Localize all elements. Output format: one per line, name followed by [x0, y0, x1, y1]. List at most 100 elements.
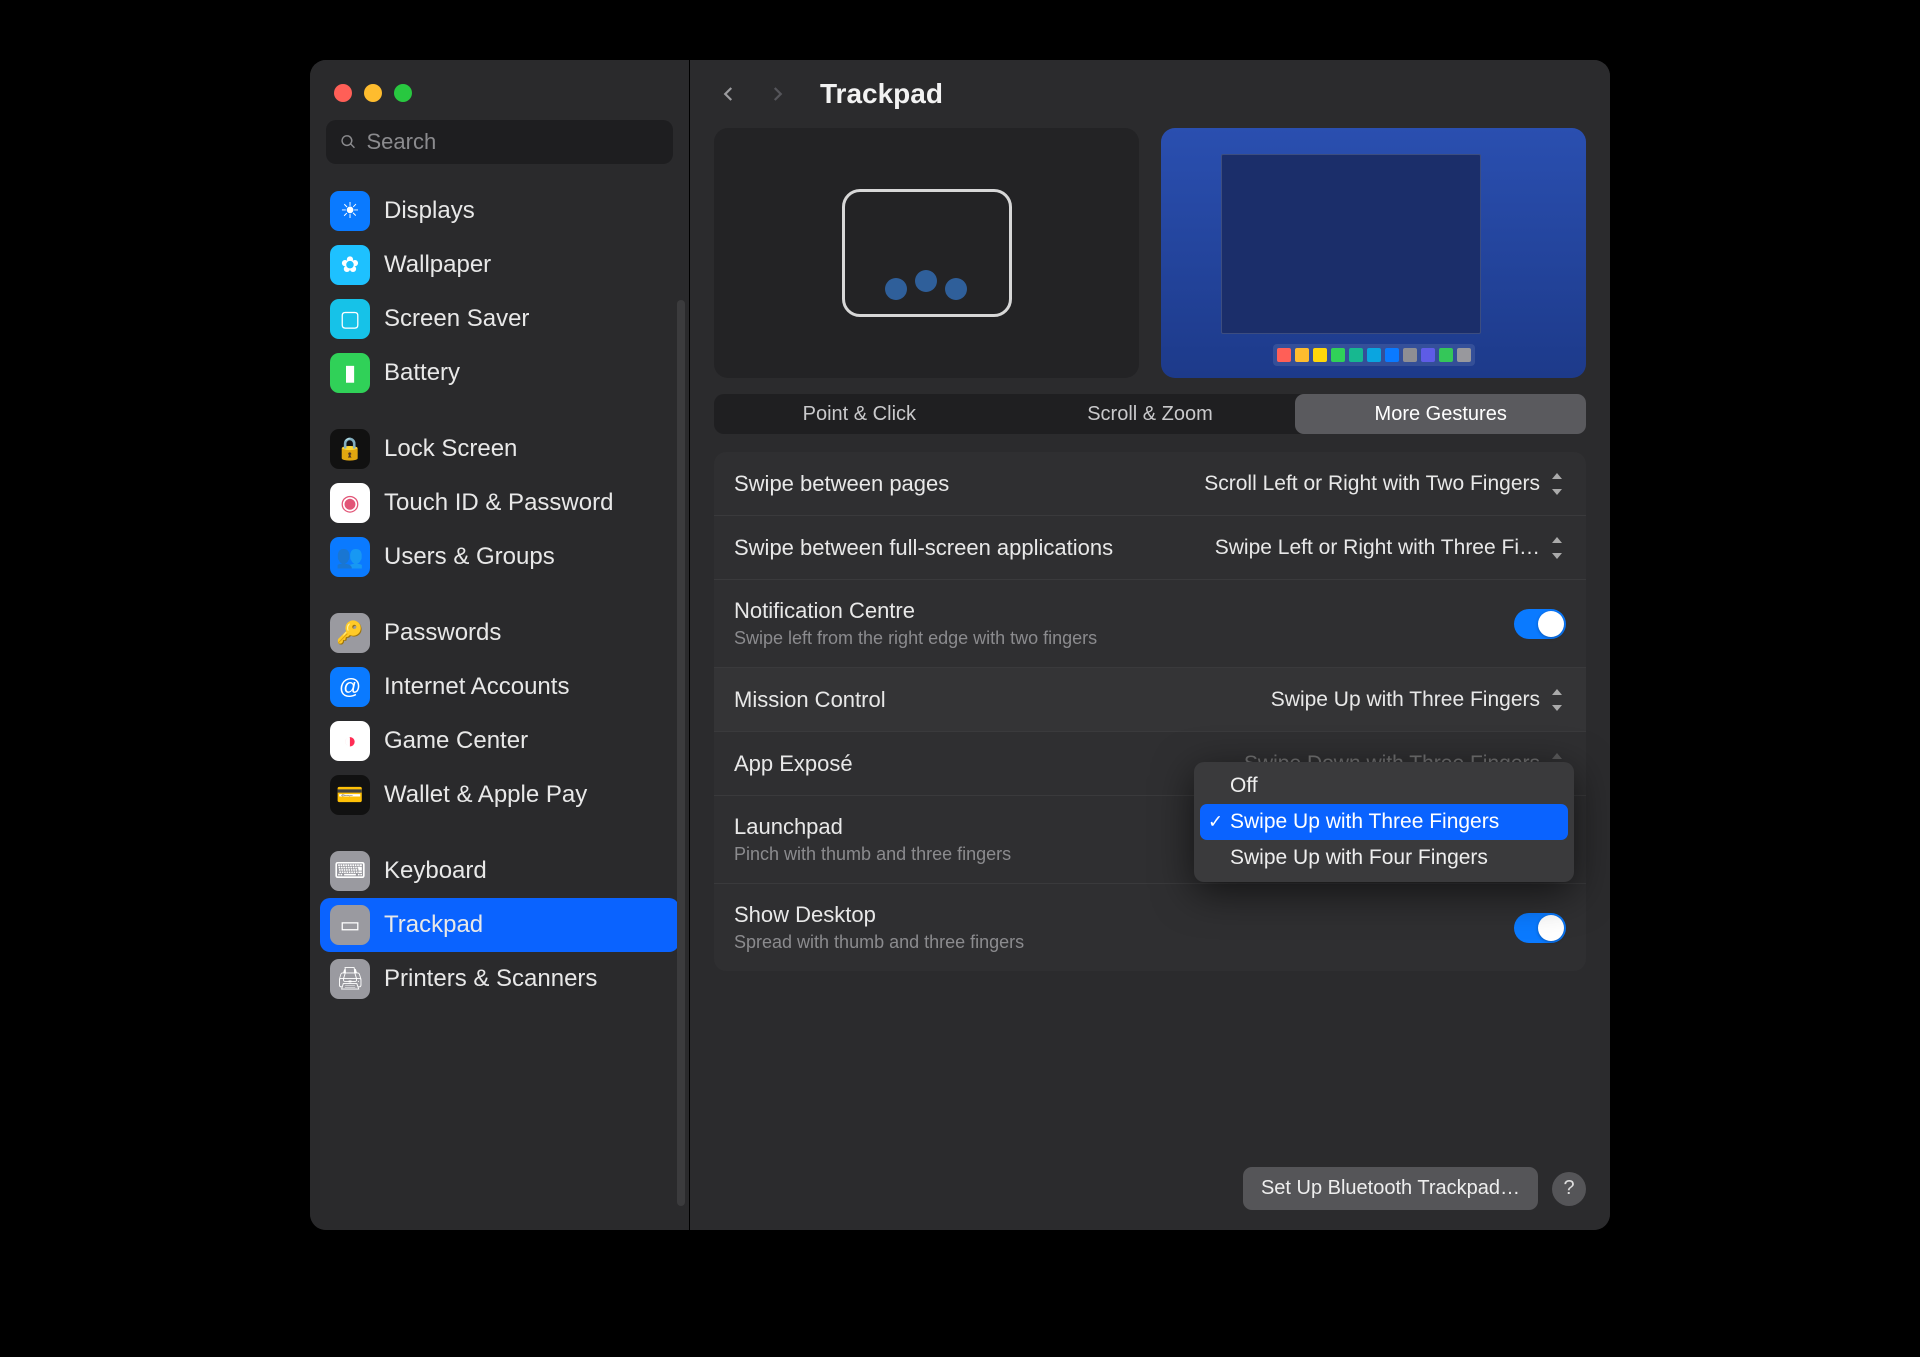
forward-button[interactable]	[762, 79, 792, 109]
sidebar-item-touch-id-password[interactable]: ◉Touch ID & Password	[320, 476, 679, 530]
battery-icon: ▮	[330, 353, 370, 393]
setting-title: Swipe between pages	[734, 471, 949, 497]
finger-dot-icon	[915, 270, 937, 292]
search-input[interactable]	[367, 129, 660, 155]
row-show-desktop: Show Desktop Spread with thumb and three…	[714, 884, 1586, 971]
setting-title: Show Desktop	[734, 902, 1024, 928]
printers-icon: 🖨	[330, 959, 370, 999]
finger-dot-icon	[885, 278, 907, 300]
titlebar: Trackpad	[690, 60, 1610, 120]
preview-dock-icon	[1273, 344, 1475, 366]
finger-dot-icon	[945, 278, 967, 300]
sidebar-item-label: Keyboard	[384, 857, 487, 886]
settings-list: Swipe between pages Scroll Left or Right…	[690, 452, 1610, 971]
sidebar-list[interactable]: ☀Displays ✿ Wallpaper ▢Screen Saver ▮ Battery…	[310, 178, 689, 1230]
toggle-notification-centre[interactable]	[1514, 609, 1566, 639]
toggle-knob-icon	[1538, 915, 1564, 941]
sidebar-item-label: Trackpad	[384, 911, 483, 940]
sidebar-item-keyboard[interactable]: ⌨ Keyboard	[320, 844, 679, 898]
sidebar-item-wallpaper[interactable]: ✿ Wallpaper	[320, 238, 679, 292]
tab-bar: Point & ClickScroll & ZoomMore Gestures	[714, 394, 1586, 434]
row-swipe-between-pages: Swipe between pages Scroll Left or Right…	[714, 452, 1586, 516]
search-icon	[340, 133, 357, 151]
sidebar-item-lock-screen[interactable]: 🔒 Lock Screen	[320, 422, 679, 476]
users-icon: 👥	[330, 537, 370, 577]
sidebar-item-trackpad[interactable]: ▭ Trackpad	[320, 898, 679, 952]
updown-icon	[1548, 537, 1566, 559]
keyboard-icon: ⌨	[330, 851, 370, 891]
toggle-show-desktop[interactable]	[1514, 913, 1566, 943]
setting-subtitle: Swipe left from the right edge with two …	[734, 628, 1097, 649]
updown-icon	[1548, 689, 1566, 711]
sidebar-item-label: Battery	[384, 359, 460, 388]
tab-more-gestures[interactable]: More Gestures	[1295, 394, 1586, 434]
dropdown-option[interactable]: Off	[1200, 768, 1568, 804]
footer: Set Up Bluetooth Trackpad… ?	[1243, 1167, 1586, 1210]
sidebar-item-label: Internet Accounts	[384, 673, 569, 702]
sidebar-scrollbar[interactable]	[677, 300, 685, 1206]
sidebar-item-passwords[interactable]: 🔑 Passwords	[320, 606, 679, 660]
search-field[interactable]	[326, 120, 673, 164]
sidebar-item-label: Wallpaper	[384, 251, 491, 280]
internet-accounts-icon: @	[330, 667, 370, 707]
sidebar-item-wallet-apple-pay[interactable]: 💳 Wallet & Apple Pay	[320, 768, 679, 822]
screensaver-icon: ▢	[330, 299, 370, 339]
setting-title: App Exposé	[734, 751, 853, 777]
mission-control-dropdown[interactable]: Off✓Swipe Up with Three FingersSwipe Up …	[1194, 762, 1574, 882]
sidebar: ☀Displays ✿ Wallpaper ▢Screen Saver ▮ Battery…	[310, 60, 690, 1230]
row-swipe-fullscreen-apps: Swipe between full-screen applications S…	[714, 516, 1586, 580]
help-button[interactable]: ?	[1552, 1172, 1586, 1206]
sidebar-item-printers-scanners[interactable]: 🖨 Printers & Scanners	[320, 952, 679, 1006]
sidebar-item-label: Wallet & Apple Pay	[384, 781, 587, 810]
sidebar-item-displays[interactable]: ☀Displays	[320, 184, 679, 238]
search-container	[310, 120, 689, 178]
sidebar-item-users-groups[interactable]: 👥 Users & Groups	[320, 530, 679, 584]
minimize-window-button[interactable]	[364, 84, 382, 102]
touchid-icon: ◉	[330, 483, 370, 523]
sidebar-item-game-center[interactable]: ◑Game Center	[320, 714, 679, 768]
passwords-icon: 🔑	[330, 613, 370, 653]
trackpad-gesture-preview	[714, 128, 1139, 378]
wallet-icon: 💳	[330, 775, 370, 815]
desktop-result-preview	[1161, 128, 1586, 378]
displays-icon: ☀	[330, 191, 370, 231]
sidebar-item-screen-saver[interactable]: ▢Screen Saver	[320, 292, 679, 346]
toggle-knob-icon	[1538, 611, 1564, 637]
preview-window-icon	[1221, 154, 1481, 334]
fullscreen-window-button[interactable]	[394, 84, 412, 102]
sidebar-item-label: Users & Groups	[384, 543, 555, 572]
lock-icon: 🔒	[330, 429, 370, 469]
row-mission-control: Mission Control Swipe Up with Three Fing…	[714, 668, 1586, 732]
trackpad-outline-icon	[842, 189, 1012, 317]
settings-group: Swipe between pages Scroll Left or Right…	[714, 452, 1586, 971]
sidebar-item-battery[interactable]: ▮ Battery	[320, 346, 679, 400]
dropdown-option[interactable]: ✓Swipe Up with Three Fingers	[1200, 804, 1568, 840]
wallpaper-icon: ✿	[330, 245, 370, 285]
select-swipe-between-pages[interactable]: Scroll Left or Right with Two Fingers	[1204, 472, 1566, 496]
sidebar-item-label: Printers & Scanners	[384, 965, 597, 994]
sidebar-item-label: Lock Screen	[384, 435, 517, 464]
select-swipe-fullscreen-apps[interactable]: Swipe Left or Right with Three Fi…	[1215, 536, 1566, 560]
close-window-button[interactable]	[334, 84, 352, 102]
updown-icon	[1548, 473, 1566, 495]
setting-subtitle: Spread with thumb and three fingers	[734, 932, 1024, 953]
sidebar-item-internet-accounts[interactable]: @ Internet Accounts	[320, 660, 679, 714]
system-settings-window: ☀Displays ✿ Wallpaper ▢Screen Saver ▮ Battery…	[310, 60, 1610, 1230]
tab-scroll-zoom[interactable]: Scroll & Zoom	[1005, 394, 1296, 434]
trackpad-icon: ▭	[330, 905, 370, 945]
main-pane: Trackpad Point & ClickScroll & ZoomMore …	[690, 60, 1610, 1230]
select-mission-control[interactable]: Swipe Up with Three Fingers	[1271, 688, 1566, 712]
setting-title: Launchpad	[734, 814, 1011, 840]
setting-title: Mission Control	[734, 687, 886, 713]
window-controls	[310, 60, 689, 120]
game-center-icon: ◑	[330, 721, 370, 761]
setup-bluetooth-trackpad-button[interactable]: Set Up Bluetooth Trackpad…	[1243, 1167, 1538, 1210]
sidebar-item-label: Passwords	[384, 619, 501, 648]
page-title: Trackpad	[820, 78, 943, 110]
row-notification-centre: Notification Centre Swipe left from the …	[714, 580, 1586, 668]
dropdown-option[interactable]: Swipe Up with Four Fingers	[1200, 840, 1568, 876]
tab-point-click[interactable]: Point & Click	[714, 394, 1005, 434]
setting-subtitle: Pinch with thumb and three fingers	[734, 844, 1011, 865]
back-button[interactable]	[714, 79, 744, 109]
preview-row	[690, 120, 1610, 394]
